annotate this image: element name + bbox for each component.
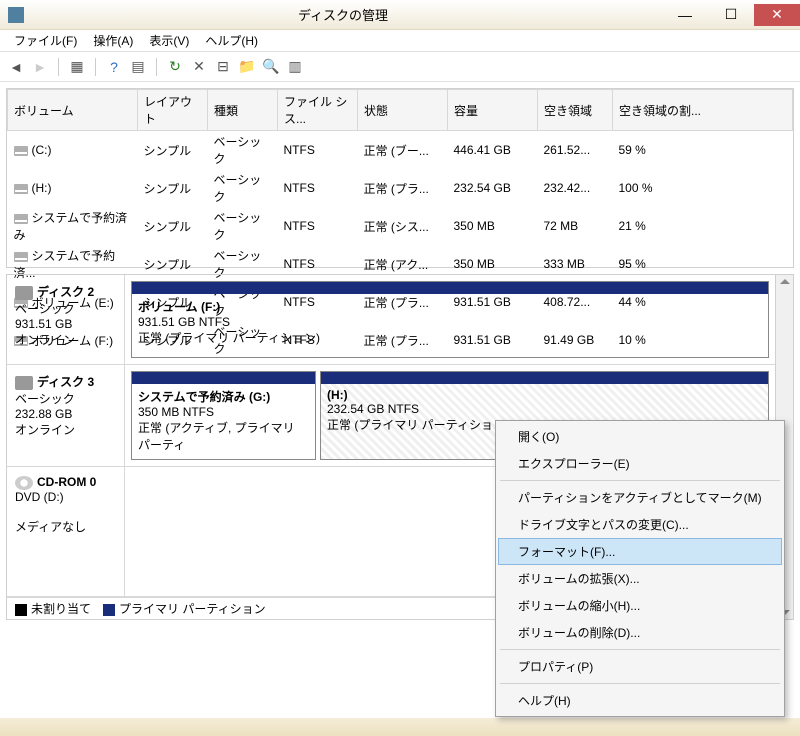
ctx-shrink-volume[interactable]: ボリュームの縮小(H)...: [498, 592, 782, 619]
legend-unallocated-swatch: [15, 604, 27, 616]
menubar: ファイル(F) 操作(A) 表示(V) ヘルプ(H): [0, 30, 800, 52]
minimize-button[interactable]: —: [662, 4, 708, 26]
disk-icon: [15, 376, 33, 390]
volume-icon: [14, 214, 28, 224]
list-icon[interactable]: ▤: [128, 57, 148, 77]
titlebar: ディスクの管理 — ☐ ✕: [0, 0, 800, 30]
menu-view[interactable]: 表示(V): [141, 30, 197, 51]
search-icon[interactable]: 🔍: [261, 57, 281, 77]
menu-action[interactable]: 操作(A): [85, 30, 141, 51]
ctx-mark-active[interactable]: パーティションをアクティブとしてマーク(M): [498, 484, 782, 511]
col-fs[interactable]: ファイル シス...: [278, 90, 358, 131]
app-icon: [8, 7, 24, 23]
volume-icon: [14, 184, 28, 194]
ctx-properties[interactable]: プロパティ(P): [498, 653, 782, 680]
close-button[interactable]: ✕: [754, 4, 800, 26]
col-freepct[interactable]: 空き領域の割...: [613, 90, 793, 131]
forward-icon[interactable]: ►: [30, 57, 50, 77]
cdrom-icon: [15, 476, 33, 490]
ctx-change-drive-letter[interactable]: ドライブ文字とパスの変更(C)...: [498, 511, 782, 538]
partition-f[interactable]: ボリューム (F:) 931.51 GB NTFS 正常 (プライマリ パーティ…: [131, 281, 769, 358]
disk-icon: [15, 286, 33, 300]
volume-list[interactable]: ボリューム レイアウト 種類 ファイル シス... 状態 容量 空き領域 空き領…: [6, 88, 794, 268]
delete-icon[interactable]: ✕: [189, 57, 209, 77]
help-icon[interactable]: ?: [104, 57, 124, 77]
disk-row: ディスク 2 ベーシック 931.51 GB オンライン ボリューム (F:) …: [7, 275, 775, 365]
col-layout[interactable]: レイアウト: [138, 90, 208, 131]
ctx-delete-volume[interactable]: ボリュームの削除(D)...: [498, 619, 782, 646]
back-icon[interactable]: ◄: [6, 57, 26, 77]
maximize-button[interactable]: ☐: [708, 4, 754, 26]
window-title: ディスクの管理: [24, 5, 662, 24]
drive-icon[interactable]: ⊟: [213, 57, 233, 77]
ctx-extend-volume[interactable]: ボリュームの拡張(X)...: [498, 565, 782, 592]
grid-icon[interactable]: ▦: [67, 57, 87, 77]
partition-g[interactable]: システムで予約済み (G:) 350 MB NTFS 正常 (アクティブ, プラ…: [131, 371, 316, 460]
col-capacity[interactable]: 容量: [448, 90, 538, 131]
table-row[interactable]: (C:)シンプルベーシックNTFS正常 (ブー...446.41 GB261.5…: [8, 131, 793, 170]
folder-icon[interactable]: 📁: [237, 57, 257, 77]
table-row[interactable]: (H:)シンプルベーシックNTFS正常 (プラ...232.54 GB232.4…: [8, 169, 793, 207]
menu-help[interactable]: ヘルプ(H): [197, 30, 266, 51]
volume-icon: [14, 146, 28, 156]
window-border-bottom: [0, 718, 800, 736]
legend-primary-swatch: [103, 604, 115, 616]
ctx-format[interactable]: フォーマット(F)...: [498, 538, 782, 565]
refresh-icon[interactable]: ↻: [165, 57, 185, 77]
col-volume[interactable]: ボリューム: [8, 90, 138, 131]
ctx-help[interactable]: ヘルプ(H): [498, 687, 782, 714]
ctx-explorer[interactable]: エクスプローラー(E): [498, 450, 782, 477]
menu-file[interactable]: ファイル(F): [6, 30, 85, 51]
ctx-open[interactable]: 開く(O): [498, 423, 782, 450]
properties-icon[interactable]: ▥: [285, 57, 305, 77]
col-status[interactable]: 状態: [358, 90, 448, 131]
col-type[interactable]: 種類: [208, 90, 278, 131]
col-free[interactable]: 空き領域: [538, 90, 613, 131]
context-menu: 開く(O) エクスプローラー(E) パーティションをアクティブとしてマーク(M)…: [495, 420, 785, 717]
table-row[interactable]: システムで予約済みシンプルベーシックNTFS正常 (シス...350 MB72 …: [8, 207, 793, 245]
volume-icon: [14, 252, 28, 262]
toolbar: ◄ ► ▦ ? ▤ ↻ ✕ ⊟ 📁 🔍 ▥: [0, 52, 800, 82]
